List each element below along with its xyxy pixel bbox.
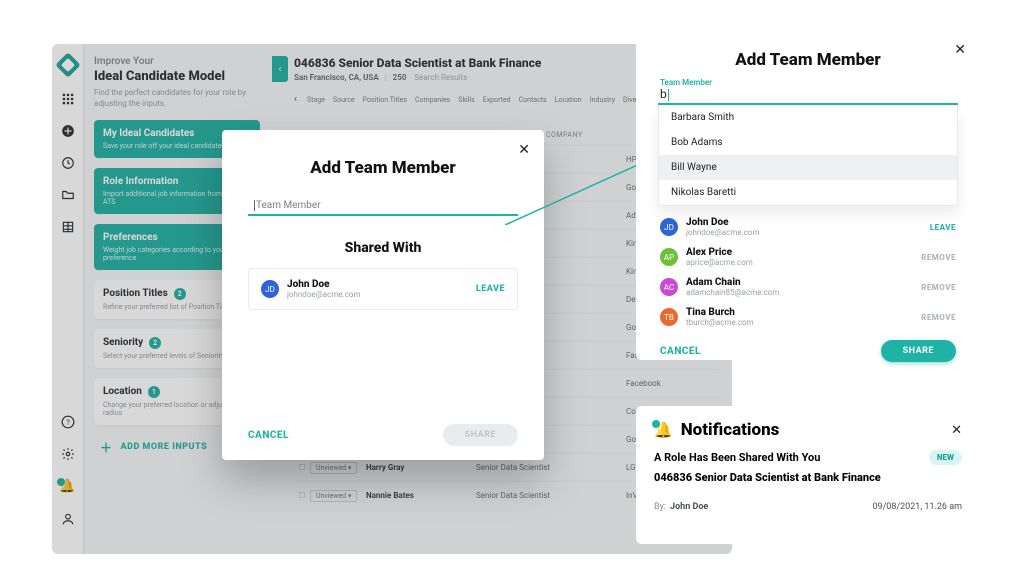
filter-chip[interactable]: Source — [333, 96, 355, 104]
team-member-search-input[interactable]: b — [658, 87, 958, 105]
modal-title: Add Team Member — [248, 158, 518, 178]
cancel-button[interactable]: CANCEL — [248, 430, 289, 441]
autocomplete-option[interactable]: Barbara Smith — [659, 105, 957, 130]
row-checkbox[interactable]: ☐ — [294, 491, 310, 500]
eyebrow: Improve Your — [94, 56, 260, 67]
add-team-member-modal-expanded: ✕ Add Team Member Team Member b Barbara … — [636, 30, 980, 360]
shared-member-row: TB Tina Burchtburch@acme.com REMOVE — [658, 302, 958, 332]
app-logo — [55, 52, 80, 77]
panel-blurb: Find the perfect candidates for your rol… — [94, 88, 260, 110]
autocomplete-dropdown: Barbara SmithBob AdamsBill WayneNikolas … — [658, 105, 958, 206]
remove-button[interactable]: REMOVE — [921, 283, 956, 292]
filter-chip[interactable]: Contacts — [519, 96, 547, 104]
avatar: AP — [660, 248, 678, 266]
shared-member-row: AC Adam Chainadamchain85@acme.com REMOVE — [658, 272, 958, 302]
leave-button[interactable]: LEAVE — [476, 284, 505, 294]
notifications-title: Notifications — [681, 420, 945, 440]
modal-title: Add Team Member — [658, 50, 958, 70]
autocomplete-option[interactable]: Bob Adams — [659, 130, 957, 155]
result-count: 250 — [393, 73, 407, 82]
member-name: John Doe — [287, 279, 468, 290]
shared-member-card: JD John Doe johndoe@acme.com LEAVE — [248, 268, 518, 310]
plus-icon[interactable] — [61, 124, 75, 138]
autocomplete-option[interactable]: Bill Wayne — [659, 155, 957, 180]
back-button[interactable]: ‹ — [272, 56, 288, 82]
input-value: b — [660, 87, 667, 101]
filter-chip[interactable]: Industry — [590, 96, 615, 104]
add-more-label: ADD MORE INPUTS — [121, 442, 208, 452]
close-icon[interactable]: ✕ — [951, 423, 962, 438]
filter-chip[interactable]: Position Titles — [363, 96, 407, 104]
member-email: johndoe@acme.com — [287, 290, 468, 299]
shared-member-row: JD John Doejohndoe@acme.com LEAVE — [658, 212, 958, 242]
folder-icon[interactable] — [61, 188, 75, 202]
result-count-label: Search Results — [414, 73, 467, 82]
add-team-member-modal: ✕ Add Team Member Team Member Shared Wit… — [222, 130, 544, 460]
avatar: JD — [660, 218, 678, 236]
chevron-left-icon[interactable]: ‹ — [294, 94, 297, 105]
help-icon[interactable]: ? — [61, 415, 75, 429]
icon-rail: ? 🔔 — [52, 44, 84, 554]
shared-member-row: AP Alex Priceaprice@acme.com REMOVE — [658, 242, 958, 272]
notification-timestamp: 09/08/2021, 11.26 am — [872, 502, 962, 512]
autocomplete-option[interactable]: Nikolas Baretti — [659, 180, 957, 205]
notification-by: By:John Doe — [654, 502, 708, 512]
table-icon[interactable] — [61, 220, 75, 234]
input-placeholder: Team Member — [254, 200, 321, 211]
input-float-label: Team Member — [658, 78, 958, 87]
plus-small-icon: ＋ — [100, 439, 113, 456]
clock-icon[interactable] — [61, 156, 75, 170]
filter-chip[interactable]: Stage — [307, 96, 325, 104]
user-icon[interactable] — [61, 512, 75, 526]
avatar: TB — [660, 308, 678, 326]
team-member-input[interactable]: Team Member — [248, 196, 518, 216]
remove-button[interactable]: REMOVE — [921, 253, 956, 262]
role-location: San Francisco, CA, USA — [294, 73, 379, 82]
remove-button[interactable]: REMOVE — [921, 313, 956, 322]
row-checkbox[interactable]: ☐ — [294, 463, 310, 472]
notification-role: 046836 Senior Data Scientist at Bank Fin… — [654, 471, 962, 484]
panel-heading: Ideal Candidate Model — [94, 69, 260, 84]
stage-tag: Unviewed ▾ — [310, 462, 357, 474]
avatar: AC — [660, 278, 678, 296]
new-badge: NEW — [929, 450, 962, 465]
grid-icon[interactable] — [61, 92, 75, 106]
svg-text:?: ? — [66, 418, 70, 427]
stage-tag: Unviewed ▾ — [310, 490, 357, 502]
gear-icon[interactable] — [61, 447, 75, 461]
shared-with-list: JD John Doejohndoe@acme.com LEAVEAP Alex… — [658, 212, 958, 332]
filter-chip[interactable]: Location — [555, 96, 582, 104]
filter-chip[interactable]: Skills — [458, 96, 474, 104]
notification-headline: A Role Has Been Shared With You — [654, 451, 929, 464]
cancel-button[interactable]: CANCEL — [660, 346, 701, 357]
share-button[interactable]: SHARE — [881, 340, 956, 362]
bell-icon[interactable]: 🔔 — [59, 479, 75, 494]
notifications-card: 🔔 Notifications ✕ A Role Has Been Shared… — [636, 406, 980, 544]
shared-with-heading: Shared With — [248, 240, 518, 256]
filter-chip[interactable]: Companies — [415, 96, 450, 104]
avatar: JD — [261, 280, 279, 298]
share-button-disabled[interactable]: SHARE — [443, 424, 518, 446]
filter-chip[interactable]: Exported — [483, 96, 511, 104]
close-icon[interactable]: ✕ — [518, 142, 530, 158]
bell-icon: 🔔 — [654, 421, 673, 439]
close-icon[interactable]: ✕ — [954, 42, 966, 58]
leave-button[interactable]: LEAVE — [930, 223, 956, 232]
